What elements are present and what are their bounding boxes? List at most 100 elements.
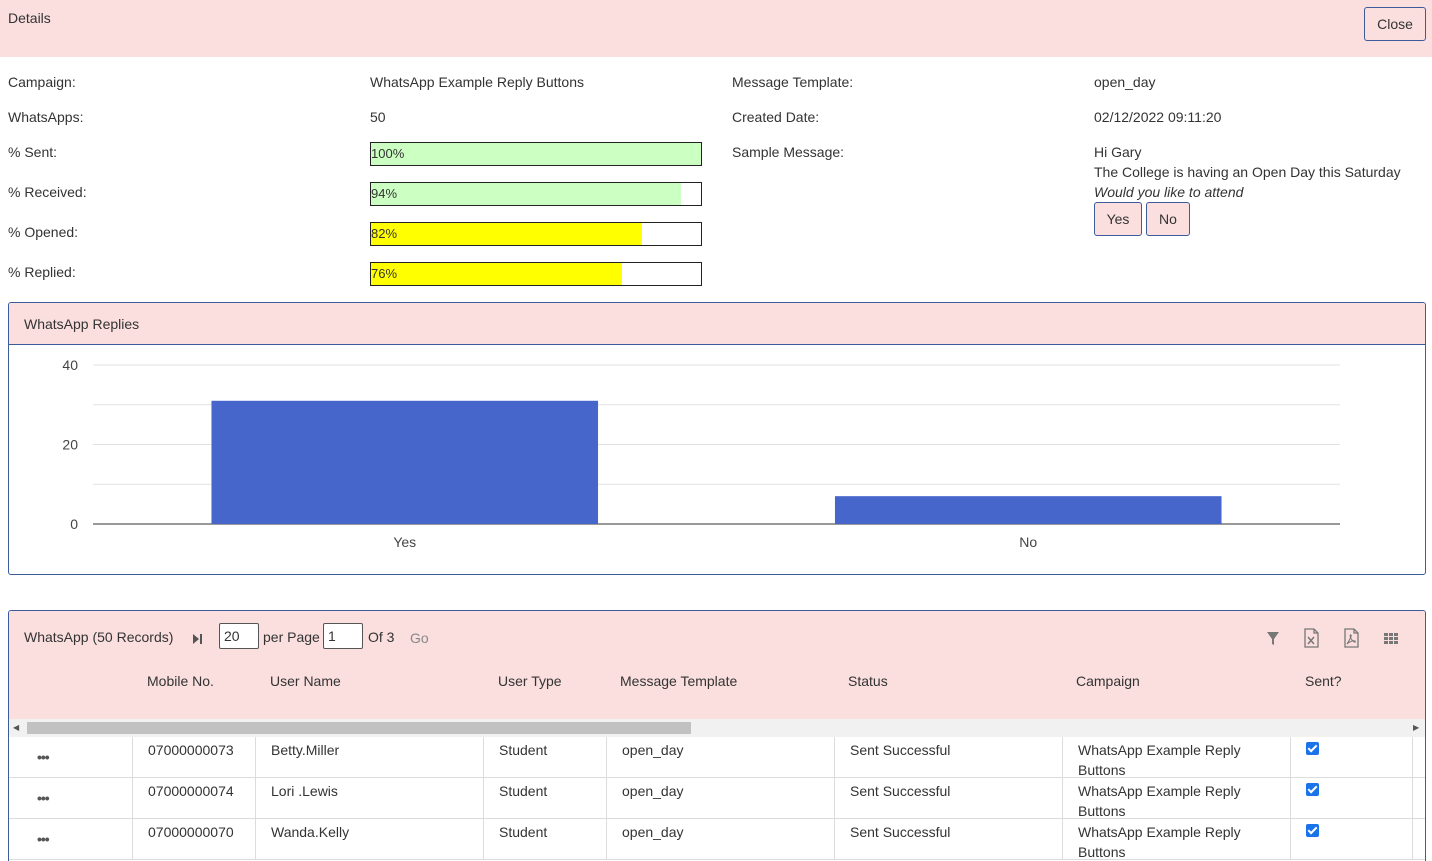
opened-progress-bar: 82% (370, 222, 702, 246)
records-panel: WhatsApp (50 Records) per Page Of 3 Go M… (8, 610, 1426, 861)
replies-panel-header: WhatsApp Replies (9, 303, 1425, 345)
cell-user-type: Student (483, 778, 606, 819)
column-header-status[interactable]: Status (848, 673, 888, 689)
scrollbar-thumb[interactable] (27, 722, 691, 734)
close-button[interactable]: Close (1364, 7, 1426, 41)
table-row[interactable]: ••• 07000000070 Wanda.Kelly Student open… (9, 819, 1425, 860)
row-menu-cell[interactable]: ••• (9, 819, 132, 860)
column-header-mobile[interactable]: Mobile No. (147, 673, 214, 689)
cell-sent (1290, 819, 1412, 860)
scroll-left-arrow-icon[interactable]: ◀ (13, 723, 19, 732)
progress-text: 94% (371, 186, 398, 201)
progress-text: 76% (371, 266, 398, 281)
per-page-input[interactable] (219, 623, 259, 649)
cell-sent (1290, 737, 1412, 778)
received-progress-bar: 94% (370, 182, 702, 206)
template-value: open_day (1094, 74, 1156, 90)
cell-user-name: Wanda.Kelly (255, 819, 483, 860)
cell-user-name: Lori .Lewis (255, 778, 483, 819)
sent-label: % Sent: (8, 144, 58, 160)
progress-fill (371, 183, 682, 205)
cell-sent (1290, 778, 1412, 819)
sample-yes-button[interactable]: Yes (1094, 202, 1142, 236)
cell-user-type: Student (483, 819, 606, 860)
page-number-input[interactable] (323, 623, 363, 649)
page-count-label: Of 3 (368, 629, 395, 645)
x-tick-label: No (1019, 534, 1037, 550)
sample-message-line: Hi Gary (1094, 144, 1142, 160)
progress-fill (371, 143, 701, 165)
x-tick-label: Yes (393, 534, 416, 550)
cell-mobile: 07000000073 (132, 737, 255, 778)
bar-yes[interactable] (211, 400, 599, 524)
column-chooser-icon[interactable] (1381, 627, 1401, 649)
pdf-export-icon[interactable] (1341, 627, 1361, 649)
cell-status: Sent Successful (834, 737, 1062, 778)
y-tick-label: 0 (70, 516, 78, 532)
bar-no[interactable] (834, 496, 1222, 524)
cell-message-template: open_day (606, 778, 834, 819)
sent-checkbox[interactable] (1306, 783, 1319, 796)
more-options-icon[interactable]: ••• (37, 788, 50, 808)
cell-spacer (1412, 819, 1425, 860)
row-menu-cell[interactable]: ••• (9, 778, 132, 819)
progress-text: 100% (371, 146, 405, 161)
table-row[interactable]: ••• 07000000074 Lori .Lewis Student open… (9, 778, 1425, 819)
column-header-sent[interactable]: Sent? (1305, 673, 1342, 689)
progress-fill (371, 223, 642, 245)
horizontal-scrollbar[interactable]: ◀ ▶ (9, 719, 1425, 737)
scroll-right-arrow-icon[interactable]: ▶ (1413, 723, 1419, 732)
replies-panel: WhatsApp Replies 0 20 40 Yes No (8, 302, 1426, 575)
cell-mobile: 07000000070 (132, 819, 255, 860)
y-tick-label: 40 (62, 357, 78, 373)
template-label: Message Template: (732, 74, 854, 90)
more-options-icon[interactable]: ••• (37, 829, 50, 849)
y-tick-label: 20 (62, 437, 78, 453)
replied-label: % Replied: (8, 264, 76, 280)
column-header-campaign[interactable]: Campaign (1076, 673, 1140, 689)
filter-icon[interactable] (1263, 627, 1283, 649)
campaign-value: WhatsApp Example Reply Buttons (370, 74, 584, 90)
created-date-value: 02/12/2022 09:11:20 (1094, 109, 1222, 125)
replies-chart: 0 20 40 Yes No (62, 357, 1340, 550)
campaign-label: Campaign: (8, 74, 76, 90)
whatsapps-label: WhatsApps: (8, 109, 84, 125)
sample-message-line: Would you like to attend (1094, 184, 1244, 200)
cell-user-name: Betty.Miller (255, 737, 483, 778)
records-toolbar: WhatsApp (50 Records) per Page Of 3 Go M… (9, 611, 1425, 719)
whatsapps-value: 50 (370, 109, 386, 125)
opened-label: % Opened: (8, 224, 79, 240)
go-button[interactable]: Go (410, 630, 429, 646)
row-menu-cell[interactable]: ••• (9, 737, 132, 778)
sent-checkbox[interactable] (1306, 742, 1319, 755)
header-title: Details (8, 10, 51, 26)
more-options-icon[interactable]: ••• (37, 747, 50, 767)
excel-export-icon[interactable] (1301, 627, 1321, 649)
replies-panel-title: WhatsApp Replies (24, 316, 140, 332)
cell-user-type: Student (483, 737, 606, 778)
sent-checkbox[interactable] (1306, 824, 1319, 837)
column-header-user-name[interactable]: User Name (270, 673, 341, 689)
cell-status: Sent Successful (834, 778, 1062, 819)
cell-spacer (1412, 778, 1425, 819)
column-header-message-template[interactable]: Message Template (620, 673, 737, 689)
records-title: WhatsApp (50 Records) (24, 629, 174, 645)
sample-no-button[interactable]: No (1146, 202, 1190, 236)
created-date-label: Created Date: (732, 109, 820, 125)
table-row[interactable]: ••• 07000000073 Betty.Miller Student ope… (9, 737, 1425, 778)
last-page-icon[interactable] (192, 632, 204, 646)
details-header: Details Close (0, 0, 1432, 57)
column-header-user-type[interactable]: User Type (498, 673, 562, 689)
cell-campaign: WhatsApp Example Reply Buttons (1062, 819, 1290, 860)
sample-message-label: Sample Message: (732, 144, 845, 160)
cell-message-template: open_day (606, 737, 834, 778)
received-label: % Received: (8, 184, 87, 200)
replied-progress-bar: 76% (370, 262, 702, 286)
per-page-label: per Page (263, 629, 320, 645)
sent-progress-bar: 100% (370, 142, 702, 166)
cell-campaign: WhatsApp Example Reply Buttons (1062, 778, 1290, 819)
cell-spacer (1412, 737, 1425, 778)
progress-fill (371, 263, 622, 285)
cell-mobile: 07000000074 (132, 778, 255, 819)
cell-campaign: WhatsApp Example Reply Buttons (1062, 737, 1290, 778)
